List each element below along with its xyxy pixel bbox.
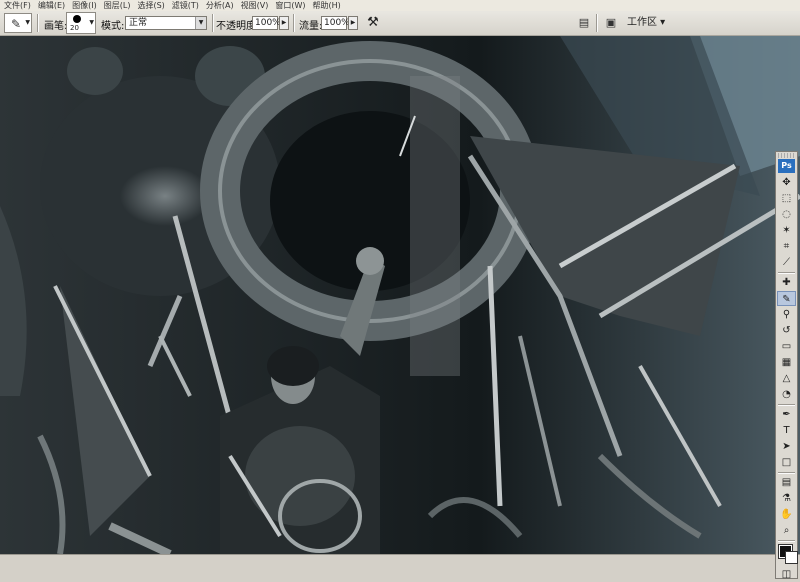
- menu-analysis[interactable]: 分析(A): [202, 0, 237, 11]
- blend-mode-value: 正常: [129, 18, 148, 28]
- background-color-swatch[interactable]: [785, 551, 798, 564]
- divider: [596, 14, 597, 32]
- brush-preset-picker[interactable]: 20 ▼: [66, 12, 96, 34]
- brush-tool-icon[interactable]: ✎: [777, 291, 796, 306]
- quick-mask-icon[interactable]: ◫: [777, 567, 796, 582]
- brush-tip-icon: [73, 15, 81, 23]
- menu-file[interactable]: 文件(F): [0, 0, 34, 11]
- opacity-slider-button[interactable]: ▶: [279, 16, 289, 30]
- menu-view[interactable]: 视图(V): [237, 0, 272, 11]
- tool-preset-picker[interactable]: ✎ ▼: [4, 13, 32, 33]
- opacity-input[interactable]: 100%: [252, 16, 281, 30]
- menu-window[interactable]: 窗口(W): [271, 0, 308, 11]
- brush-label: 画笔:: [44, 21, 68, 32]
- blend-mode-select[interactable]: 正常 ▼: [125, 16, 207, 30]
- menu-edit[interactable]: 编辑(E): [34, 0, 68, 11]
- flow-slider-button[interactable]: ▶: [348, 16, 358, 30]
- divider: [778, 404, 795, 405]
- airbrush-icon[interactable]: ⚒: [364, 14, 382, 32]
- workspace-menu[interactable]: 工作区 ▾: [627, 15, 665, 31]
- magic-wand-tool-icon[interactable]: ✶: [777, 223, 796, 238]
- panel-grip[interactable]: [778, 153, 795, 158]
- toolbox-panel: Ps ✥ ⬚ ◌ ✶ ⌗ ⟋ ✚ ✎ ⚲ ↺ ▭ ▦ △ ◔ ✒ T ➤ □ ▤…: [775, 151, 798, 582]
- blur-tool-icon[interactable]: △: [777, 371, 796, 386]
- pen-tool-icon[interactable]: ✒: [777, 407, 796, 422]
- move-tool-icon[interactable]: ✥: [777, 175, 796, 190]
- chevron-down-icon: ▼: [89, 19, 94, 26]
- history-brush-tool-icon[interactable]: ↺: [777, 323, 796, 338]
- status-bar: [0, 554, 800, 581]
- color-swatches[interactable]: [777, 543, 798, 565]
- menu-layer[interactable]: 图层(L): [100, 0, 134, 11]
- notes-tool-icon[interactable]: ▤: [777, 475, 796, 490]
- divider: [778, 540, 795, 541]
- menu-image[interactable]: 图像(I): [68, 0, 100, 11]
- dodge-tool-icon[interactable]: ◔: [777, 387, 796, 402]
- divider: [293, 14, 294, 32]
- palette-well-icon[interactable]: ▤: [576, 15, 592, 31]
- divider: [212, 14, 213, 32]
- chevron-down-icon: ▼: [25, 19, 30, 26]
- shape-tool-icon[interactable]: □: [777, 455, 796, 470]
- mode-label: 模式:: [101, 21, 125, 32]
- menu-bar: 文件(F) 编辑(E) 图像(I) 图层(L) 选择(S) 滤镜(T) 分析(A…: [0, 0, 800, 11]
- divider: [778, 272, 795, 273]
- options-bar: ✎ ▼ 画笔: 20 ▼ 模式: 正常 ▼ 不透明度: 100% ▶ 流量: 1…: [0, 11, 800, 36]
- flow-input[interactable]: 100%: [321, 16, 350, 30]
- artwork-image: [0, 36, 800, 554]
- lasso-tool-icon[interactable]: ◌: [777, 207, 796, 222]
- slice-tool-icon[interactable]: ⟋: [777, 255, 796, 270]
- eyedropper-tool-icon[interactable]: ⚗: [777, 491, 796, 506]
- brush-tool-icon: ✎: [11, 17, 22, 31]
- divider: [37, 14, 38, 32]
- crop-tool-icon[interactable]: ⌗: [777, 239, 796, 254]
- gradient-tool-icon[interactable]: ▦: [777, 355, 796, 370]
- healing-brush-tool-icon[interactable]: ✚: [777, 275, 796, 290]
- path-selection-tool-icon[interactable]: ➤: [777, 439, 796, 454]
- photoshop-logo: Ps: [778, 159, 795, 173]
- zoom-tool-icon[interactable]: ⌕: [777, 523, 796, 538]
- menu-help[interactable]: 帮助(H): [309, 0, 344, 11]
- document-canvas[interactable]: [0, 36, 800, 554]
- clone-stamp-tool-icon[interactable]: ⚲: [777, 307, 796, 322]
- flow-label: 流量:: [299, 21, 323, 32]
- hand-tool-icon[interactable]: ✋: [777, 507, 796, 522]
- bridge-icon[interactable]: ▣: [603, 15, 619, 31]
- brush-size: 20: [70, 24, 79, 32]
- chevron-down-icon: ▼: [195, 17, 206, 29]
- divider: [778, 472, 795, 473]
- eraser-tool-icon[interactable]: ▭: [777, 339, 796, 354]
- menu-select[interactable]: 选择(S): [133, 0, 167, 11]
- menu-filter[interactable]: 滤镜(T): [168, 0, 202, 11]
- type-tool-icon[interactable]: T: [777, 423, 796, 438]
- marquee-tool-icon[interactable]: ⬚: [777, 191, 796, 206]
